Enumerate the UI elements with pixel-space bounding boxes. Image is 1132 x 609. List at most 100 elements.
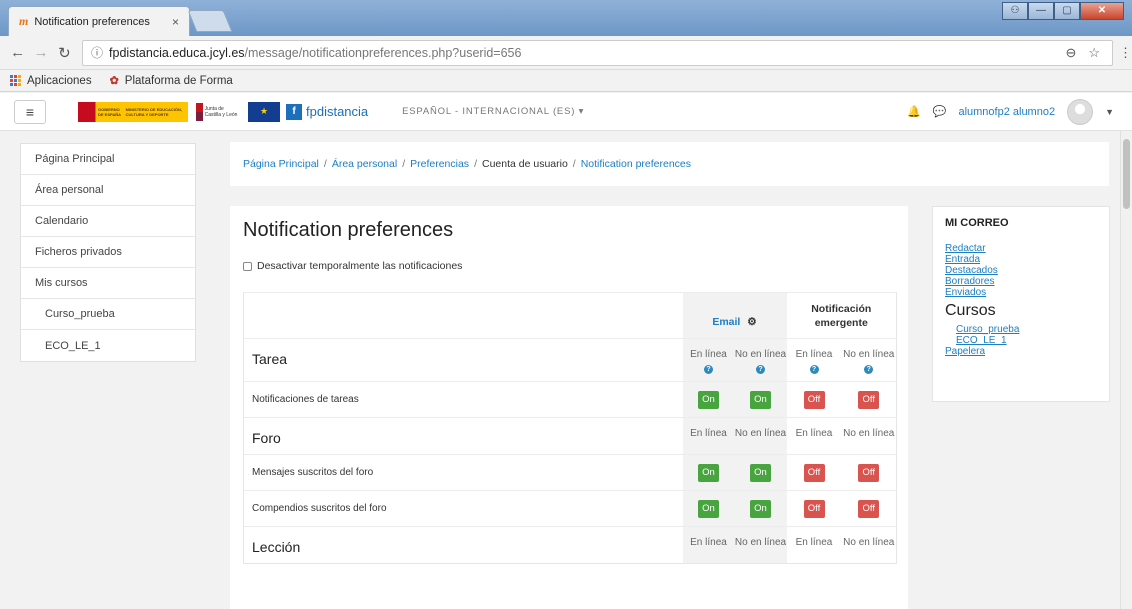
user-area: 🔔 💬 alumnofp2 alumno2 ▼ — [907, 98, 1114, 125]
mail-link-drafts[interactable]: Borradores — [945, 276, 1097, 287]
language-menu[interactable]: ESPAÑOL - INTERNACIONAL (ES) ▾ — [402, 106, 584, 117]
toggle-on-button[interactable]: On — [750, 390, 771, 409]
mail-link-sent[interactable]: Enviados — [945, 287, 1097, 298]
mail-link-trash[interactable]: Papelera — [945, 346, 1097, 357]
sidebar-item-private-files[interactable]: Ficheros privados — [21, 237, 195, 268]
sidebar-item-dashboard[interactable]: Área personal — [21, 175, 195, 206]
section-row-tarea: Tarea En línea? No en línea? En línea? N… — [243, 338, 897, 382]
back-arrow-icon[interactable]: ← — [6, 44, 29, 61]
preferences-table: Email ⚙ Notificación emergente Tarea En … — [243, 292, 897, 564]
user-profile-icon[interactable]: ⚇ — [1002, 2, 1028, 20]
preference-label: Compendios suscritos del foro — [243, 490, 683, 527]
bookmark-label: Plataforma de Forma — [124, 74, 233, 87]
breadcrumb-user-account: Cuenta de usuario — [481, 158, 568, 170]
mail-block-title: MI CORREO — [945, 217, 1009, 229]
help-icon[interactable]: ? — [756, 365, 765, 374]
state-label: En línea — [795, 537, 833, 548]
popup-processor-header: Notificación emergente — [786, 292, 897, 339]
state-label: En línea — [795, 428, 833, 439]
section-title: Tarea — [243, 338, 683, 382]
mail-block: MI CORREO Redactar Entrada Destacados Bo… — [932, 206, 1110, 402]
sidebar-item-calendar[interactable]: Calendario — [21, 206, 195, 237]
plataforma-favicon-icon: ✿ — [109, 75, 119, 87]
sidebar-item-my-courses[interactable]: Mis cursos — [21, 268, 195, 299]
breadcrumb-preferences[interactable]: Preferencias — [410, 158, 469, 170]
tab-title: Notification preferences — [34, 15, 150, 28]
page-title: Notification preferences — [243, 219, 454, 241]
section-row-foro: Foro En línea No en línea En línea No en… — [243, 417, 897, 455]
toggle-off-button[interactable]: Off — [803, 463, 825, 482]
jcyl-logo[interactable]: Junta de Castilla y León — [196, 102, 240, 122]
help-icon[interactable]: ? — [809, 365, 819, 374]
avatar[interactable] — [1067, 98, 1094, 125]
main-region: Notification preferences Desactivar temp… — [230, 206, 908, 609]
gobierno-logo[interactable]: GOBIERNO DE ESPAÑA MINISTERIO DE EDUCACI… — [78, 101, 188, 122]
bookmark-plataforma[interactable]: ✿ Plataforma de Forma — [109, 74, 233, 88]
hamburger-icon: ≡ — [25, 103, 35, 120]
browser-tab[interactable]: m Notification preferences × — [8, 6, 190, 36]
site-info-icon[interactable]: ⓘ — [91, 44, 103, 61]
browser-menu-icon[interactable]: ⋮ — [1119, 45, 1132, 61]
toggle-on-button[interactable]: On — [698, 499, 719, 518]
minimize-icon[interactable]: — — [1028, 2, 1054, 20]
table-row: Mensajes suscritos del foro On On Off Of… — [243, 454, 897, 491]
forward-arrow-icon[interactable]: → — [29, 44, 52, 61]
toggle-off-button[interactable]: Off — [858, 499, 880, 518]
toggle-off-button[interactable]: Off — [803, 390, 825, 409]
table-row: Notificaciones de tareas On On Off Off — [243, 381, 897, 418]
fpdistancia-logo[interactable]: f fpdistancia — [286, 103, 368, 120]
bookmark-star-icon[interactable]: ☆ — [1088, 45, 1100, 61]
bookmark-apps[interactable]: Aplicaciones — [10, 75, 92, 87]
breadcrumb-dashboard[interactable]: Área personal — [332, 158, 397, 170]
jcyl-flag-icon — [196, 102, 203, 121]
toggle-on-button[interactable]: On — [698, 463, 719, 482]
help-icon[interactable]: ? — [704, 365, 713, 374]
window-close-icon[interactable]: ✕ — [1080, 2, 1124, 20]
help-icon[interactable]: ? — [864, 365, 874, 374]
gear-icon[interactable]: ⚙ — [747, 316, 756, 328]
drawer-toggle-button[interactable]: ≡ — [14, 99, 46, 124]
site-navbar: ≡ GOBIERNO DE ESPAÑA MINISTERIO DE EDUCA… — [0, 93, 1132, 131]
reload-icon[interactable]: ↻ — [53, 44, 76, 62]
toggle-on-button[interactable]: On — [698, 390, 719, 409]
toggle-on-button[interactable]: On — [750, 463, 771, 482]
sidebar-item-home[interactable]: Página Principal — [21, 144, 195, 175]
zoom-icon[interactable]: ⊖ — [1065, 45, 1076, 61]
state-label: No en línea — [734, 428, 787, 439]
new-tab-button[interactable] — [187, 10, 233, 32]
tab-close-icon[interactable]: × — [172, 15, 179, 29]
section-title: Foro — [243, 417, 683, 455]
mail-course-link[interactable]: ECO_LE_1 — [945, 335, 1097, 346]
mail-link-compose[interactable]: Redactar — [945, 243, 1097, 254]
mail-link-inbox[interactable]: Entrada — [945, 254, 1097, 265]
notifications-bell-icon[interactable]: 🔔 — [907, 105, 921, 118]
breadcrumb-notification-preferences[interactable]: Notification preferences — [581, 158, 691, 170]
url-input[interactable]: ⓘ fpdistancia.educa.jcyl.es/message/noti… — [82, 39, 1114, 66]
chevron-down-icon[interactable]: ▼ — [1105, 107, 1114, 117]
state-label: En línea — [690, 349, 727, 360]
user-menu-name[interactable]: alumnofp2 alumno2 — [958, 106, 1055, 118]
state-label: En línea — [690, 428, 727, 439]
scrollbar-thumb[interactable] — [1123, 139, 1130, 209]
toggle-off-button[interactable]: Off — [858, 463, 880, 482]
disable-notifications-label[interactable]: Desactivar temporalmente las notificacio… — [257, 260, 462, 272]
bookmarks-bar: Aplicaciones ✿ Plataforma de Forma — [0, 70, 1132, 92]
maximize-icon[interactable]: ▢ — [1054, 2, 1080, 20]
page-scrollbar[interactable] — [1120, 131, 1132, 609]
mail-course-link[interactable]: Curso_prueba — [945, 324, 1097, 335]
state-label: No en línea — [734, 537, 787, 548]
disable-notifications-checkbox[interactable] — [243, 261, 252, 271]
preference-label: Notificaciones de tareas — [243, 381, 683, 418]
page-content: Página Principal Área personal Calendari… — [0, 131, 1120, 609]
section-title: Lección — [243, 526, 683, 564]
sidebar-item-course-prueba[interactable]: Curso_prueba — [21, 299, 195, 330]
toggle-on-button[interactable]: On — [750, 499, 771, 518]
messages-icon[interactable]: 💬 — [933, 105, 947, 118]
toggle-off-button[interactable]: Off — [858, 390, 880, 409]
table-row: Compendios suscritos del foro On On Off … — [243, 490, 897, 527]
breadcrumb-home[interactable]: Página Principal — [243, 158, 319, 170]
toggle-off-button[interactable]: Off — [803, 499, 825, 518]
mail-link-starred[interactable]: Destacados — [945, 265, 1097, 276]
sidebar-item-course-eco[interactable]: ECO_LE_1 — [21, 330, 195, 361]
preference-label: Mensajes suscritos del foro — [243, 454, 683, 491]
